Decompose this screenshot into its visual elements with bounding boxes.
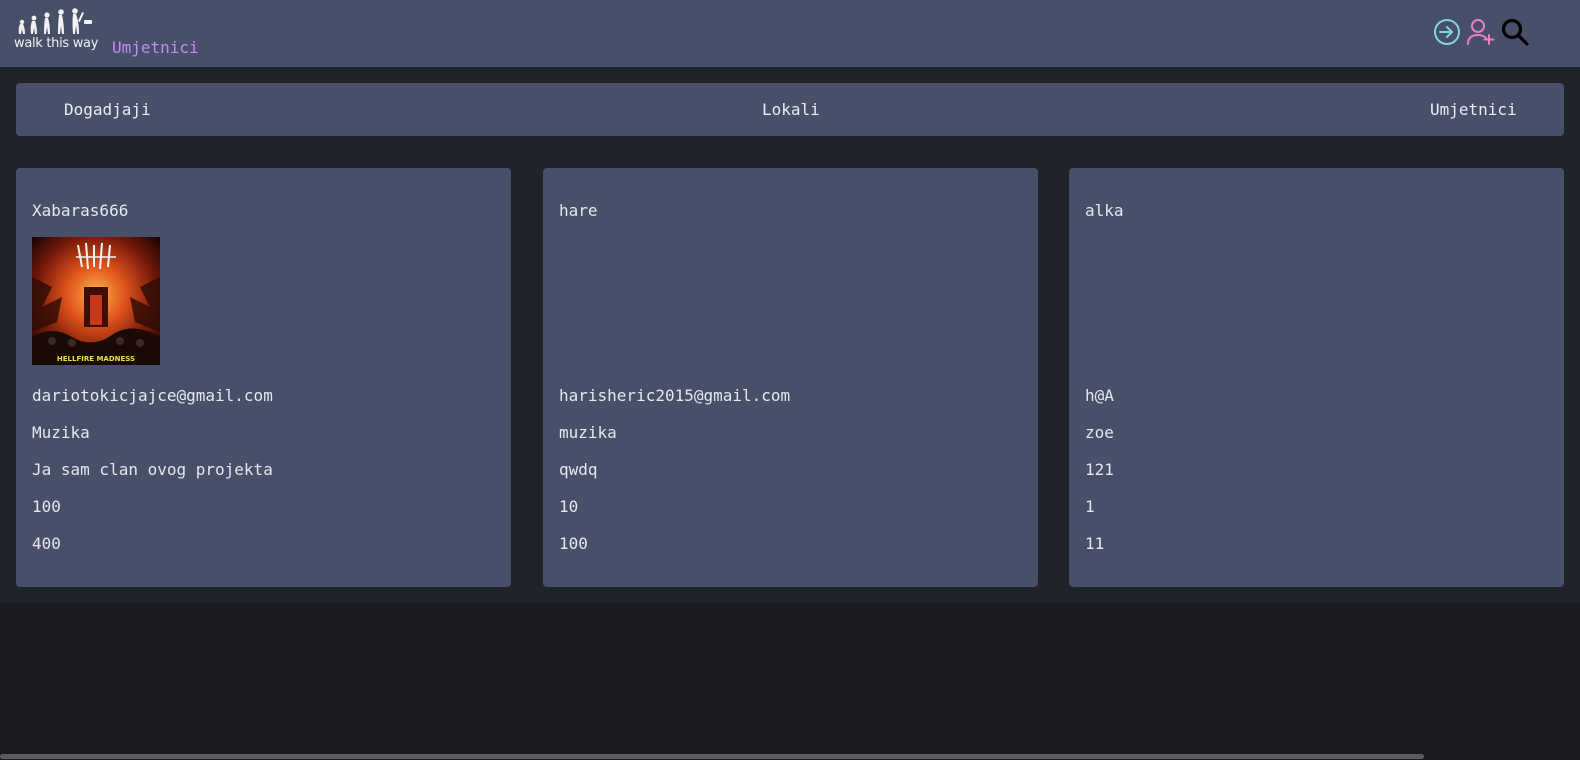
artist-value-2: 100	[559, 534, 588, 553]
artist-email: harisheric2015@gmail.com	[559, 386, 791, 405]
add-user-icon[interactable]	[1467, 18, 1495, 46]
artist-description: 121	[1085, 460, 1114, 479]
top-header: walk this way Umjetnici	[0, 0, 1580, 67]
artist-value-2: 400	[32, 534, 61, 553]
artist-card: alka h@A zoe 121 1 11	[1069, 168, 1564, 587]
artist-name: Xabaras666	[32, 201, 129, 220]
artist-description: Ja sam clan ovog projekta	[32, 460, 273, 479]
artist-category: Muzika	[32, 423, 90, 442]
evolution-logo-icon	[18, 8, 92, 34]
artist-email: h@A	[1085, 386, 1114, 405]
current-page-link[interactable]: Umjetnici	[112, 38, 199, 57]
artist-card: Xabaras666 HELLFIRE MADNESS dariotokicja…	[16, 168, 511, 587]
artist-description: qwdq	[559, 460, 598, 479]
artist-image: HELLFIRE MADNESS	[32, 237, 160, 365]
search-icon[interactable]	[1501, 18, 1529, 46]
artist-name: hare	[559, 201, 598, 220]
artist-card: hare harisheric2015@gmail.com muzika qwd…	[543, 168, 1038, 587]
album-caption: HELLFIRE MADNESS	[57, 355, 135, 363]
nav-events[interactable]: Dogadjaji	[64, 100, 151, 119]
artist-name: alka	[1085, 201, 1124, 220]
login-icon[interactable]	[1433, 18, 1461, 46]
artist-value-1: 100	[32, 497, 61, 516]
logo[interactable]: walk this way	[14, 6, 99, 54]
nav-artists[interactable]: Umjetnici	[1430, 100, 1517, 119]
logo-text: walk this way	[14, 36, 99, 51]
artist-category: zoe	[1085, 423, 1114, 442]
horizontal-scrollbar[interactable]	[0, 754, 1424, 759]
artist-value-2: 11	[1085, 534, 1105, 553]
main-nav: Dogadjaji Lokali Umjetnici	[16, 83, 1564, 136]
artist-category: muzika	[559, 423, 617, 442]
nav-venues[interactable]: Lokali	[762, 100, 820, 119]
artist-value-1: 1	[1085, 497, 1095, 516]
artist-email: dariotokicjajce@gmail.com	[32, 386, 273, 405]
artist-value-1: 10	[559, 497, 579, 516]
